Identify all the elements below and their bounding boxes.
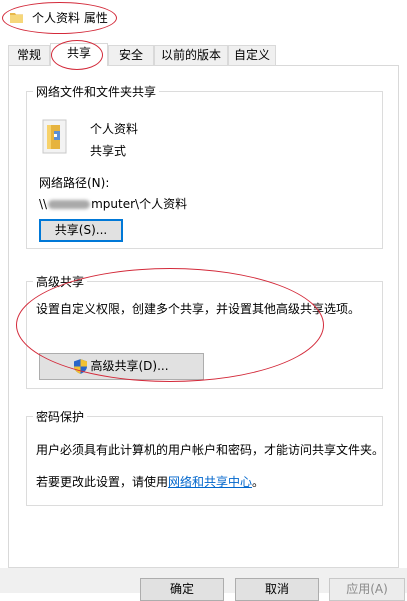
window-title: 个人资料 属性 xyxy=(32,11,108,25)
tab-strip: 常规 共享 安全 以前的版本 自定义 xyxy=(0,43,407,66)
redacted-blur xyxy=(48,200,91,209)
group-title: 网络文件和文件夹共享 xyxy=(33,83,160,100)
title-bar: 个人资料 属性 xyxy=(0,0,407,34)
tab-sharing[interactable]: 共享 xyxy=(50,43,108,66)
folder-name: 个人资料 xyxy=(90,122,139,136)
advanced-sharing-description: 设置自定义权限，创建多个共享，并设置其他高级共享选项。 xyxy=(36,302,361,316)
uac-shield-icon xyxy=(74,359,88,374)
share-state: 共享式 xyxy=(90,144,127,158)
ok-button[interactable]: 确定 xyxy=(140,578,224,601)
tab-security[interactable]: 安全 xyxy=(108,45,154,65)
dialog-footer: 确定 取消 应用(A) xyxy=(0,568,407,601)
group-advanced-sharing: 高级共享 设置自定义权限，创建多个共享，并设置其他高级共享选项。 高级共享(D)… xyxy=(26,273,383,389)
cancel-button[interactable]: 取消 xyxy=(235,578,319,601)
network-path-label: 网络路径(N): xyxy=(39,176,110,190)
group-title: 高级共享 xyxy=(33,273,88,290)
shared-folder-icon xyxy=(42,119,67,154)
tab-general[interactable]: 常规 xyxy=(8,45,50,65)
group-title: 密码保护 xyxy=(33,408,88,425)
tab-panel: 网络文件和文件夹共享 个人资料 共享式 网络路径(N): \\ mputer\个人… xyxy=(8,65,399,568)
tab-previous-versions[interactable]: 以前的版本 xyxy=(154,45,228,65)
tab-customize[interactable]: 自定义 xyxy=(228,45,276,65)
apply-button[interactable]: 应用(A) xyxy=(329,578,405,601)
folder-icon xyxy=(10,13,23,23)
network-sharing-center-link[interactable]: 网络和共享中心 xyxy=(168,475,252,489)
group-password-protection: 密码保护 用户必须具有此计算机的用户帐户和密码，才能访问共享文件夹。 若要更改此… xyxy=(26,408,385,506)
advanced-sharing-button[interactable]: 高级共享(D)... xyxy=(39,353,204,380)
group-network-sharing: 网络文件和文件夹共享 个人资料 共享式 网络路径(N): \\ mputer\个人… xyxy=(26,83,383,249)
password-change-text: 若要更改此设置，请使用网络和共享中心。 xyxy=(36,475,265,489)
share-button[interactable]: 共享(S)... xyxy=(39,219,123,242)
network-path: \\ mputer\个人资料 xyxy=(39,197,188,211)
password-description: 用户必须具有此计算机的用户帐户和密码，才能访问共享文件夹。 xyxy=(36,443,385,457)
